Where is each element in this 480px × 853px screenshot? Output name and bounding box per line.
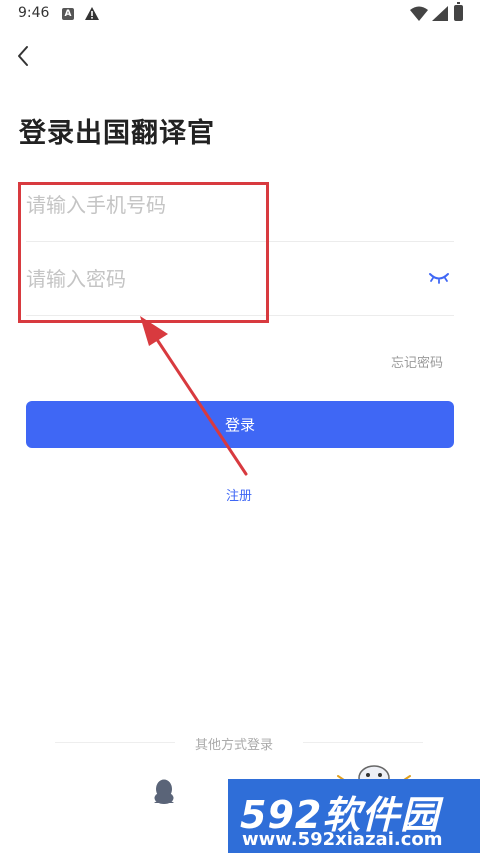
- watermark-url: www.592xiazai.com: [242, 829, 443, 850]
- page-title: 登录出国翻译官: [19, 118, 215, 149]
- a-notification-icon: A: [62, 8, 74, 20]
- chevron-left-icon[interactable]: [10, 42, 38, 70]
- annotation-highlight-box: [18, 182, 269, 323]
- other-login-label: 其他方式登录: [195, 738, 274, 753]
- divider-left: [55, 742, 175, 743]
- warning-icon: [85, 7, 99, 20]
- forgot-password-link[interactable]: 忘记密码: [391, 352, 443, 371]
- divider-right: [303, 742, 423, 743]
- watermark-banner: 592软件园 www.592xiazai.com: [228, 779, 480, 853]
- status-time: 9:46: [18, 5, 50, 21]
- login-button[interactable]: 登录: [26, 401, 454, 448]
- status-bar: 9:46 A: [0, 0, 480, 28]
- register-link[interactable]: 注册: [226, 485, 252, 504]
- battery-icon: [454, 2, 463, 21]
- wifi-icon: [410, 6, 428, 21]
- eye-closed-icon[interactable]: [428, 270, 450, 286]
- qq-icon[interactable]: [151, 778, 177, 806]
- signal-icon: [432, 6, 448, 21]
